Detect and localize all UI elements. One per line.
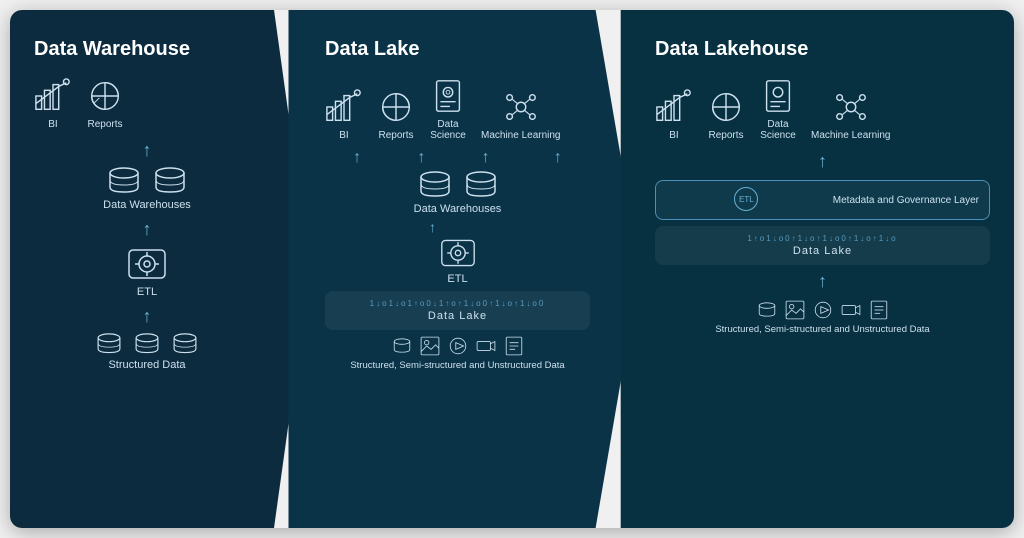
lakehouse-wave: 1↑o1↓o0↑1↓o↑1↓o0↑1↓o↑1↓o Data Lake xyxy=(655,226,990,265)
lake-arrows-top: ↑↑↑↑ xyxy=(325,149,590,167)
lake-ml-icon: Machine Learning xyxy=(481,88,561,141)
lake-etl-label: ETL xyxy=(436,273,480,285)
lakehouse-title: Data Lakehouse xyxy=(655,38,990,61)
lake-etl-section: ↑ ETL xyxy=(325,219,590,289)
warehouse-source-label: Structured Data xyxy=(34,359,260,371)
warehouse-bi-icon: BI xyxy=(34,77,72,130)
lake-bi-label: BI xyxy=(339,130,348,141)
lakehouse-bi-icon: BI xyxy=(655,88,693,141)
lake-lake-label: Data Lake xyxy=(331,310,584,322)
lake-storage xyxy=(325,171,590,199)
lakehouse-panel: Data Lakehouse BI xyxy=(600,10,1014,528)
warehouse-storage xyxy=(34,167,260,195)
lake-reports-label: Reports xyxy=(378,130,413,141)
lakehouse-arrow-2: ↑ xyxy=(655,271,990,292)
lakehouse-source-label: Structured, Semi-structured and Unstruct… xyxy=(655,324,990,335)
warehouse-arrow-1: ↑ xyxy=(34,140,260,161)
warehouse-source xyxy=(34,333,260,355)
lake-wave: 1↓o1↓o1↑o0↓1↑o↑1↓o0↑1↓o↑1↓o0 Data Lake xyxy=(325,291,590,330)
lake-bi-icon: BI xyxy=(325,88,363,141)
lakehouse-metadata-label: Metadata and Governance Layer xyxy=(833,195,979,206)
lake-reports-icon: Reports xyxy=(377,88,415,141)
warehouse-arrow-2: ↑ xyxy=(34,219,260,240)
lakehouse-source-icons xyxy=(655,300,990,320)
warehouse-etl: ETL xyxy=(34,244,260,302)
lake-source-label: Structured, Semi-structured and Unstruct… xyxy=(325,360,590,371)
lakehouse-top-icons: BI Reports xyxy=(655,77,990,141)
warehouse-etl-label: ETL xyxy=(34,286,260,298)
lake-ml-label: Machine Learning xyxy=(481,130,561,141)
warehouse-top-icons: BI Reports xyxy=(34,77,260,130)
lakehouse-metadata-row: ETL Metadata and Governance Layer xyxy=(666,187,979,213)
lake-science-label: DataScience xyxy=(430,119,466,141)
lakehouse-ml-icon: Machine Learning xyxy=(811,88,891,141)
lakehouse-arrow-1: ↑ xyxy=(655,151,990,172)
lakehouse-science-label: DataScience xyxy=(760,119,796,141)
lakehouse-bi-label: BI xyxy=(669,130,678,141)
warehouse-arrow-3: ↑ xyxy=(34,306,260,327)
warehouse-title: Data Warehouse xyxy=(34,38,260,61)
lakehouse-reports-icon: Reports xyxy=(707,88,745,141)
diagram-container: Data Warehouse BI xyxy=(10,10,1014,528)
warehouse-storage-label: Data Warehouses xyxy=(34,199,260,211)
lakehouse-lake-label: Data Lake xyxy=(661,245,984,257)
lakehouse-etl-mini-icon: ETL xyxy=(734,187,758,211)
warehouse-reports-icon: Reports xyxy=(86,77,124,130)
lakehouse-metadata-box: ETL Metadata and Governance Layer xyxy=(655,180,990,220)
lakehouse-ml-label: Machine Learning xyxy=(811,130,891,141)
lake-science-icon: DataScience xyxy=(429,77,467,141)
warehouse-reports-label: Reports xyxy=(87,119,122,130)
warehouse-bi-label: BI xyxy=(48,119,57,130)
lake-storage-label: Data Warehouses xyxy=(325,203,590,215)
lake-top-icons: BI Reports xyxy=(325,77,590,141)
lakehouse-reports-label: Reports xyxy=(708,130,743,141)
lake-panel: Data Lake BI xyxy=(270,10,640,528)
warehouse-panel: Data Warehouse BI xyxy=(10,10,310,528)
lakehouse-science-icon: DataScience xyxy=(759,77,797,141)
lake-title: Data Lake xyxy=(325,38,590,61)
lake-source-icons xyxy=(325,336,590,356)
